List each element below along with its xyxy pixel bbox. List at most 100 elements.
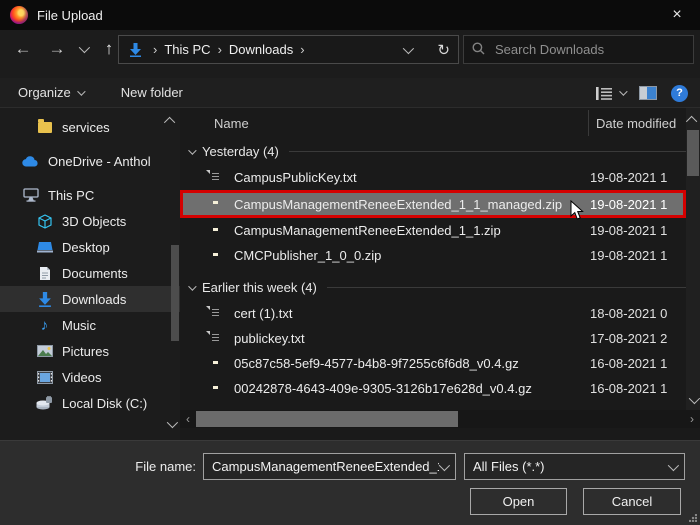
column-header-date-modified[interactable]: Date modified: [596, 116, 682, 131]
organize-label: Organize: [18, 85, 71, 100]
sidebar-item-label: Music: [62, 317, 96, 333]
file-name-combobox[interactable]: CampusManagementReneeExtended_1: [203, 453, 456, 480]
collapse-chevron-icon: [188, 281, 197, 291]
preview-pane-button[interactable]: [639, 86, 657, 100]
sidebar-item-label: Videos: [62, 369, 102, 385]
sidebar-item-downloads[interactable]: Downloads: [0, 286, 180, 312]
music-note-icon: ♪: [40, 316, 49, 334]
window-title: File Upload: [37, 7, 103, 23]
sidebar-item-music[interactable]: ♪ Music: [0, 312, 180, 338]
organize-button[interactable]: Organize: [18, 85, 86, 100]
column-divider[interactable]: [588, 110, 589, 136]
downloads-folder-icon: [129, 42, 142, 57]
file-name-value: CampusManagementReneeExtended_1: [212, 459, 439, 474]
file-date: 19-08-2021 1: [590, 196, 668, 212]
new-folder-button[interactable]: New folder: [121, 85, 183, 100]
sidebar-item-this-pc[interactable]: This PC: [0, 182, 180, 208]
sidebar-item-label: 3D Objects: [62, 213, 127, 229]
file-row-selected[interactable]: CampusManagementReneeExtended_1_1_manage…: [180, 190, 686, 218]
dialog-footer: File name: CampusManagementReneeExtended…: [0, 440, 700, 525]
change-view-button[interactable]: [596, 86, 628, 100]
group-divider-line: [288, 151, 686, 152]
sidebar-item-desktop[interactable]: Desktop: [0, 234, 180, 260]
sidebar-item-onedrive[interactable]: OneDrive - Anthol: [0, 148, 180, 174]
firefox-icon: [10, 6, 28, 24]
this-pc-icon: [22, 187, 39, 204]
forward-icon: →: [48, 39, 66, 58]
file-type-value: All Files (*.*): [473, 459, 545, 474]
search-box[interactable]: Search Downloads: [463, 35, 694, 64]
address-dropdown-icon[interactable]: [403, 42, 415, 54]
horizontal-scrollbar[interactable]: ‹ ›: [180, 410, 700, 428]
horizontal-scrollbar-thumb[interactable]: [196, 411, 458, 427]
forward-button[interactable]: →: [42, 36, 72, 62]
file-row[interactable]: 00242878-4643-409e-9305-3126b17e628d_v0.…: [180, 376, 700, 401]
desktop-icon: [36, 239, 53, 256]
vertical-scrollbar[interactable]: [685, 108, 700, 410]
group-divider-line: [326, 287, 686, 288]
scroll-right-icon[interactable]: ›: [684, 410, 700, 428]
refresh-icon[interactable]: ↻: [437, 41, 450, 59]
group-header-earlier-this-week[interactable]: Earlier this week (4): [180, 274, 700, 301]
file-date: 16-08-2021 1: [590, 356, 668, 371]
winrar-zip-icon: [210, 196, 226, 212]
film-icon: [36, 369, 53, 386]
winrar-zip-icon: [210, 248, 226, 264]
close-button[interactable]: ×: [654, 0, 700, 30]
sidebar-item-videos[interactable]: Videos: [0, 364, 180, 390]
breadcrumb-downloads[interactable]: Downloads: [229, 42, 293, 57]
search-icon: [472, 42, 485, 58]
new-folder-label: New folder: [120, 85, 183, 100]
sidebar-scroll-down-icon[interactable]: [166, 416, 179, 429]
sidebar-item-label: services: [62, 119, 110, 135]
sidebar-item-local-disk-c[interactable]: Local Disk (C:): [0, 390, 180, 416]
close-icon: ×: [672, 6, 682, 23]
text-file-icon: [210, 170, 226, 186]
back-button[interactable]: ←: [8, 36, 38, 62]
sidebar-item-label: Documents: [62, 265, 128, 281]
file-list: Name Date modified Yesterday (4) CampusP…: [180, 108, 700, 440]
column-header-name[interactable]: Name: [180, 116, 249, 131]
file-row[interactable]: 05c87c58-5ef9-4577-b4b8-9f7255c6f6d8_v0.…: [180, 351, 700, 376]
titlebar: File Upload ×: [0, 0, 700, 30]
cancel-button-label: Cancel: [611, 494, 653, 509]
file-row[interactable]: CampusPublicKey.txt 19-08-2021 1: [180, 165, 700, 190]
onedrive-cloud-icon: [22, 153, 39, 170]
view-controls: ?: [596, 78, 688, 108]
breadcrumb-this-pc[interactable]: This PC: [164, 42, 210, 57]
chevron-down-icon: [667, 459, 680, 471]
file-type-combobox[interactable]: All Files (*.*): [464, 453, 685, 480]
search-placeholder: Search Downloads: [495, 42, 605, 57]
address-bar[interactable]: › This PC › Downloads › ↻: [118, 35, 459, 64]
sidebar-item-label: Pictures: [62, 343, 109, 359]
open-button[interactable]: Open: [470, 488, 567, 515]
scroll-left-icon[interactable]: ‹: [180, 410, 196, 428]
cancel-button[interactable]: Cancel: [583, 488, 681, 515]
sidebar-item-3d-objects[interactable]: 3D Objects: [0, 208, 180, 234]
recent-locations-button[interactable]: [72, 36, 94, 62]
navigation-bar: ← → ↑ › This PC › Downloads › ↻ Search D…: [0, 30, 700, 70]
sidebar-item-services[interactable]: services: [0, 114, 180, 140]
help-button[interactable]: ?: [671, 84, 688, 102]
file-row[interactable]: cert (1).txt 18-08-2021 0: [180, 301, 700, 326]
breadcrumb-separator: ›: [153, 42, 158, 57]
sidebar-item-pictures[interactable]: Pictures: [0, 338, 180, 364]
mouse-cursor: [570, 199, 584, 224]
group-label: Earlier this week (4): [202, 280, 317, 295]
sidebar-scrollbar-thumb[interactable]: [171, 245, 179, 341]
scroll-down-icon[interactable]: [688, 392, 700, 405]
file-row[interactable]: CMCPublisher_1_0_0.zip 19-08-2021 1: [180, 243, 700, 268]
sidebar-item-label: This PC: [48, 187, 95, 203]
file-row[interactable]: publickey.txt 17-08-2021 2: [180, 326, 700, 351]
resize-grip[interactable]: [689, 514, 697, 522]
disk-drive-icon: [36, 395, 53, 412]
file-upload-dialog: File Upload × ← → ↑ › This PC › Download…: [0, 0, 700, 525]
file-row[interactable]: CampusManagementReneeExtended_1_1.zip 19…: [180, 218, 700, 243]
sidebar-item-documents[interactable]: Documents: [0, 260, 180, 286]
vertical-scrollbar-thumb[interactable]: [687, 130, 699, 176]
text-file-icon: [210, 306, 226, 322]
chevron-down-icon: [619, 87, 628, 96]
winrar-zip-icon: [210, 381, 226, 397]
scroll-up-icon[interactable]: [685, 115, 698, 128]
group-header-yesterday[interactable]: Yesterday (4): [180, 138, 700, 165]
